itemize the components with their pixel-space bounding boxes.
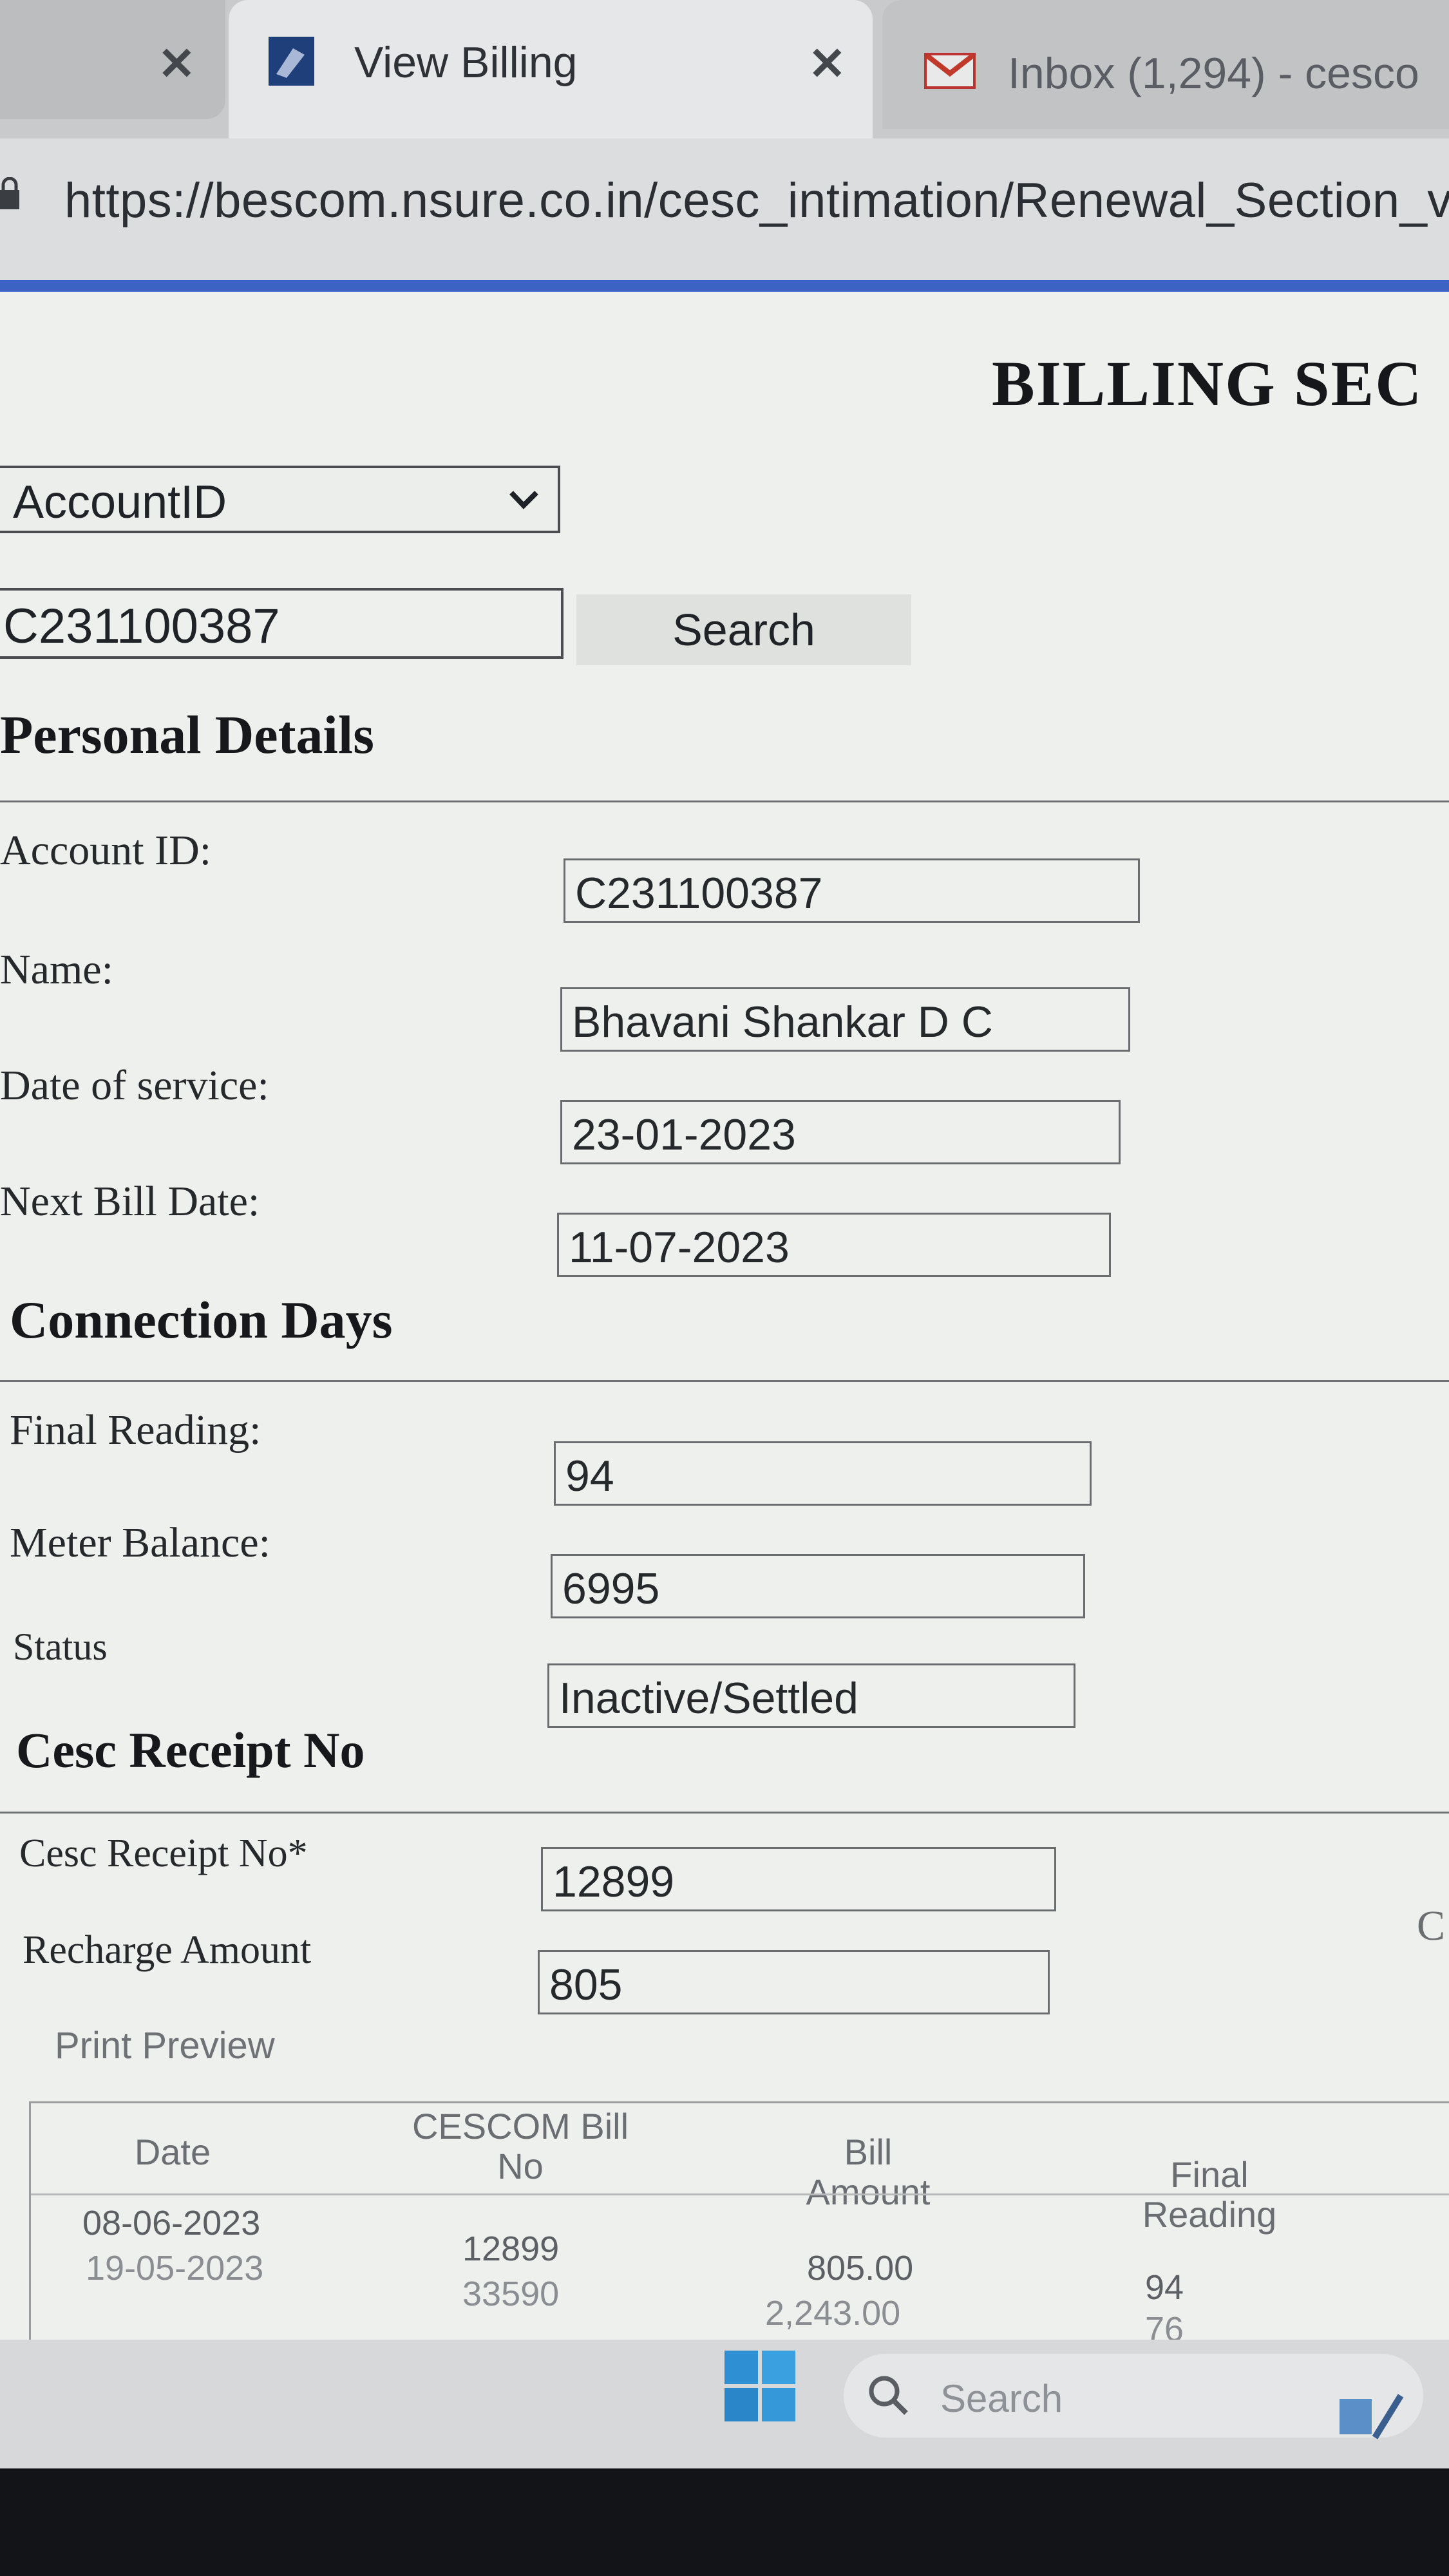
- search-field-select[interactable]: AccountID: [0, 466, 560, 533]
- next-bill-date-field[interactable]: 11-07-2023: [557, 1213, 1111, 1277]
- next-bill-date-value: 11-07-2023: [569, 1223, 790, 1272]
- recharge-amount-field[interactable]: 805: [538, 1950, 1050, 2014]
- search-input-value: C231100387: [3, 599, 280, 654]
- tab-title: View Billing: [354, 38, 578, 87]
- column-header-bill-no: CESCOM Bill No: [412, 2106, 629, 2186]
- status-value: Inactive/Settled: [559, 1674, 858, 1723]
- meter-balance-field[interactable]: 6995: [551, 1554, 1085, 1618]
- search-button[interactable]: Search: [576, 594, 911, 665]
- meter-balance-value: 6995: [562, 1564, 660, 1613]
- print-preview-link[interactable]: Print Preview: [55, 2024, 275, 2067]
- column-header-bill-amount: Bill Amount: [806, 2132, 931, 2212]
- cell-bill-amount: 805.00: [807, 2249, 914, 2287]
- search-input[interactable]: C231100387: [0, 588, 564, 659]
- account-id-field[interactable]: C231100387: [564, 858, 1140, 923]
- table-header-divider: [31, 2193, 1449, 2195]
- status-field[interactable]: Inactive/Settled: [547, 1663, 1075, 1728]
- label-next-bill-date: Next Bill Date:: [0, 1178, 260, 1225]
- section-personal-details: Personal Details: [0, 705, 374, 765]
- label-status: Status: [13, 1625, 108, 1668]
- tab-close-icon[interactable]: ✕: [158, 37, 196, 90]
- page-title: BILLING SEC: [992, 348, 1423, 419]
- date-of-service-value: 23-01-2023: [572, 1110, 796, 1159]
- column-header-date: Date: [134, 2132, 211, 2172]
- search-icon: [869, 2376, 908, 2415]
- name-field[interactable]: Bhavani Shankar D C: [560, 987, 1130, 1052]
- section-cesc-receipt: Cesc Receipt No: [16, 1722, 365, 1778]
- chevron-down-icon: [509, 491, 538, 509]
- gmail-icon: [924, 53, 976, 89]
- label-recharge-amount: Recharge Amount: [23, 1928, 312, 1972]
- cell-bill-no: 33590: [462, 2275, 560, 2313]
- tab-close-icon[interactable]: ✕: [808, 37, 846, 90]
- document-icon: [269, 37, 314, 86]
- name-value: Bhavani Shankar D C: [572, 998, 993, 1046]
- label-cesc-receipt-no: Cesc Receipt No*: [19, 1832, 308, 1875]
- cesc-receipt-no-field[interactable]: 12899: [541, 1847, 1056, 1911]
- billing-page: BILLING SEC AccountID C231100387 Search …: [0, 292, 1449, 2349]
- cell-date: 19-05-2023: [86, 2249, 264, 2287]
- billing-history-table: Date CESCOM Bill No Bill Amount Final Re…: [29, 2101, 1449, 2349]
- cesc-receipt-no-value: 12899: [553, 1857, 675, 1906]
- section-divider: [0, 1812, 1449, 1814]
- truncated-label: C: [1417, 1902, 1446, 1949]
- date-of-service-field[interactable]: 23-01-2023: [560, 1100, 1121, 1164]
- cell-date: 08-06-2023: [82, 2204, 261, 2242]
- label-name: Name:: [0, 946, 113, 993]
- tab-title: Inbox (1,294) - cesco: [1008, 49, 1419, 98]
- final-reading-field[interactable]: 94: [554, 1441, 1092, 1506]
- section-connection-days: Connection Days: [10, 1291, 393, 1349]
- windows-start-icon[interactable]: [721, 2347, 799, 2425]
- taskbar-search-placeholder: Search: [940, 2377, 1063, 2420]
- tab-previous[interactable]: ✕: [0, 0, 225, 119]
- label-date-of-service: Date of service:: [0, 1062, 269, 1109]
- label-final-reading: Final Reading:: [10, 1406, 261, 1454]
- recharge-amount-value: 805: [549, 1960, 623, 2009]
- page-top-border: [0, 280, 1449, 292]
- label-account-id: Account ID:: [0, 827, 212, 874]
- tray-app-icon[interactable]: [1336, 2386, 1407, 2444]
- final-reading-value: 94: [565, 1452, 614, 1501]
- account-id-value: C231100387: [575, 869, 823, 918]
- cell-bill-no: 12899: [462, 2230, 560, 2268]
- section-divider: [0, 1380, 1449, 1382]
- cell-final-reading: 94: [1145, 2268, 1184, 2307]
- cell-bill-amount: 2,243.00: [765, 2294, 901, 2333]
- label-meter-balance: Meter Balance:: [10, 1519, 270, 1566]
- monitor-bezel: [0, 2468, 1449, 2576]
- tab-view-billing[interactable]: View Billing ✕: [229, 0, 873, 138]
- section-divider: [0, 800, 1449, 802]
- select-value: AccountID: [13, 477, 227, 528]
- url-text[interactable]: https://bescom.nsure.co.in/cesc_intimati…: [64, 173, 1449, 229]
- lock-icon: [0, 177, 19, 209]
- tab-inbox[interactable]: Inbox (1,294) - cesco: [882, 0, 1449, 129]
